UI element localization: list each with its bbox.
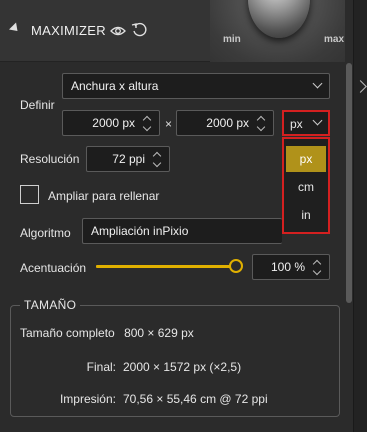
algoritmo-label: Algoritmo — [20, 226, 71, 240]
panel-header: MAXIMIZER min max — [0, 0, 345, 62]
info-value: 70,56 × 55,46 cm @ 72 ppi — [123, 392, 268, 406]
info-row: Tamaño completo 800 × 629 px — [20, 326, 194, 340]
algorithm-select[interactable]: Ampliación inPixio — [82, 218, 282, 244]
spin-down-icon[interactable] — [312, 266, 322, 276]
width-spinner[interactable] — [142, 113, 154, 135]
side-panel-strip — [353, 0, 367, 432]
size-mode-value: Anchura x altura — [71, 79, 159, 93]
chevron-down-icon — [312, 115, 323, 126]
scrollbar-thumb[interactable] — [346, 63, 352, 303]
height-spinner[interactable] — [256, 113, 268, 135]
reset-icon[interactable] — [131, 22, 147, 38]
resolucion-label: Resolución — [20, 152, 80, 166]
unit-option-cm[interactable]: cm — [286, 174, 326, 200]
unit-dropdown-menu: px cm in — [282, 137, 330, 234]
scrollbar[interactable] — [345, 0, 353, 432]
collapse-arrow-icon[interactable] — [8, 22, 22, 35]
spin-down-icon[interactable] — [152, 158, 162, 168]
definir-label: Definir — [20, 98, 55, 112]
info-label: Impresión: — [59, 392, 116, 406]
info-label: Final: — [86, 360, 116, 374]
width-input[interactable]: 2000 px — [62, 110, 160, 136]
panel-title: MAXIMIZER — [31, 23, 106, 38]
ampliar-checkbox[interactable] — [20, 185, 39, 204]
height-value: 2000 px — [206, 116, 249, 130]
resolution-value: 72 ppi — [112, 152, 145, 166]
sharpening-value: 100 % — [270, 260, 305, 274]
info-value: 800 × 629 px — [124, 326, 194, 340]
times-symbol: × — [165, 117, 173, 131]
sharpening-slider-track[interactable] — [96, 265, 232, 268]
info-value: 2000 × 1572 px (×2,5) — [123, 360, 242, 374]
chevron-down-icon — [312, 78, 323, 89]
unit-option-px[interactable]: px — [286, 146, 326, 172]
dial-max-label: max — [324, 34, 345, 45]
maximizer-panel: MAXIMIZER min max Definir Anchura x altu… — [0, 0, 345, 432]
chevron-right-icon[interactable] — [354, 80, 367, 93]
acentuacion-label: Acentuación — [20, 261, 87, 275]
ampliar-label: Ampliar para rellenar — [48, 189, 160, 203]
unit-value: px — [290, 117, 303, 131]
sharpening-input[interactable]: 100 % — [252, 254, 330, 280]
eye-icon[interactable] — [110, 24, 126, 38]
dial-knob[interactable] — [248, 0, 310, 38]
info-label: Tamaño completo — [20, 326, 115, 340]
intensity-dial[interactable]: min max — [210, 0, 345, 62]
unit-option-in[interactable]: in — [286, 202, 326, 228]
resolution-spinner[interactable] — [152, 149, 164, 171]
width-value: 2000 px — [92, 116, 135, 130]
spin-down-icon[interactable] — [142, 122, 152, 132]
dial-min-label: min — [223, 34, 241, 45]
spin-down-icon[interactable] — [256, 122, 266, 132]
sharpening-slider-thumb[interactable] — [229, 259, 243, 273]
unit-select[interactable]: px — [282, 110, 330, 136]
size-mode-select[interactable]: Anchura x altura — [62, 73, 330, 99]
size-section-title: TAMAÑO — [20, 298, 81, 312]
resolution-input[interactable]: 72 ppi — [86, 146, 170, 172]
height-input[interactable]: 2000 px — [176, 110, 274, 136]
algorithm-value: Ampliación inPixio — [91, 224, 189, 238]
sharpening-spinner[interactable] — [312, 257, 324, 279]
